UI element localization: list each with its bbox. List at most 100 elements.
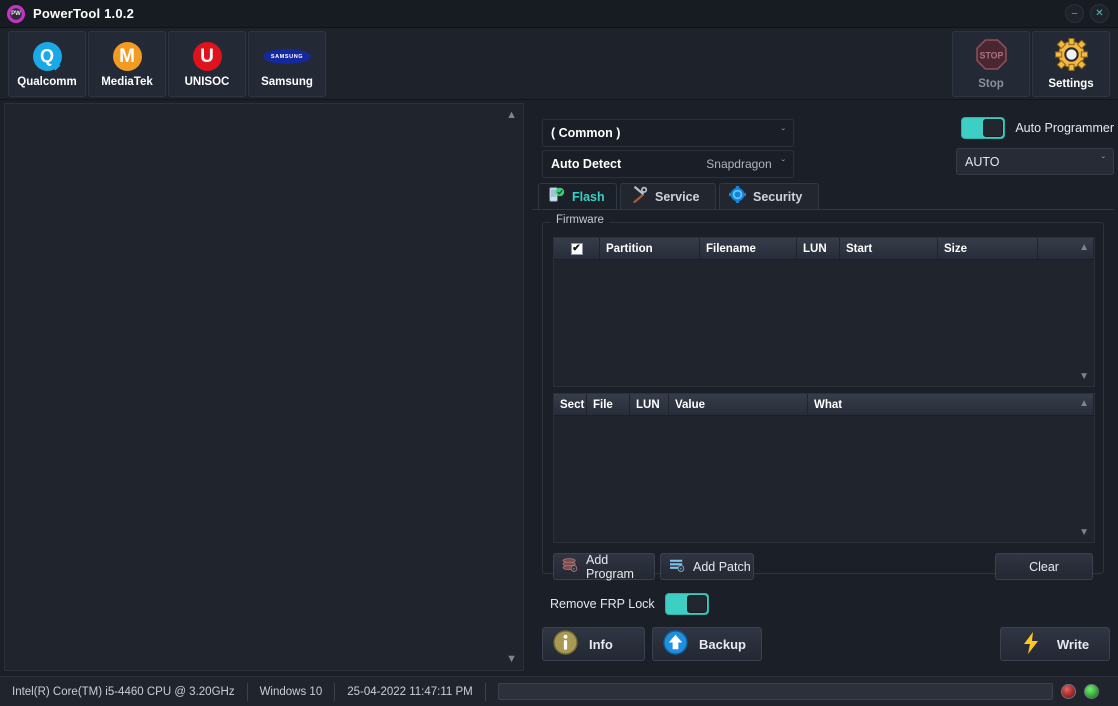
- add-program-icon: +: [562, 558, 578, 575]
- column-start[interactable]: Start: [840, 238, 938, 259]
- log-scroll-down-icon[interactable]: ▼: [506, 653, 517, 665]
- partition-table-body[interactable]: [554, 260, 1094, 386]
- status-os: Windows 10: [248, 683, 335, 701]
- add-program-button[interactable]: + Add Program: [553, 553, 655, 580]
- log-panel[interactable]: ▲ ▼: [4, 103, 524, 671]
- title-bar: PowerTool 1.0.2 – ✕: [0, 0, 1118, 28]
- remove-frp-lock-toggle[interactable]: [665, 593, 709, 615]
- svg-text:+: +: [573, 566, 576, 571]
- tab-service[interactable]: Service: [620, 183, 716, 210]
- add-patch-button[interactable]: + Add Patch: [660, 553, 754, 580]
- brand-label: Qualcomm: [17, 76, 76, 88]
- window-controls: – ✕: [1065, 4, 1118, 23]
- toggle-knob: [687, 595, 707, 613]
- tab-label: Service: [655, 190, 699, 204]
- partition-scroll-up-icon[interactable]: ▲: [1079, 242, 1089, 253]
- select-all-checkbox[interactable]: ✔: [571, 243, 583, 255]
- clear-button[interactable]: Clear: [995, 553, 1093, 580]
- add-program-label: Add Program: [586, 553, 654, 581]
- patch-scroll-up-icon[interactable]: ▲: [1079, 398, 1089, 409]
- flash-tag-icon: [548, 186, 565, 208]
- column-filename[interactable]: Filename: [700, 238, 797, 259]
- mediatek-logo-icon: M: [113, 41, 142, 73]
- auto-detect-value: Auto Detect: [551, 157, 621, 171]
- auto-programmer-row: Auto Programmer: [961, 117, 1114, 139]
- firmware-group: Firmware ✔ Partition Filename LUN Start …: [542, 222, 1104, 574]
- frp-label: Remove FRP Lock: [550, 597, 655, 611]
- patch-table-header: Sect File LUN Value What: [554, 394, 1094, 416]
- patch-table[interactable]: Sect File LUN Value What ▲ ▼: [553, 393, 1095, 543]
- add-patch-icon: +: [669, 558, 685, 575]
- brand-label: MediaTek: [101, 76, 153, 88]
- column-sect[interactable]: Sect: [554, 394, 587, 415]
- settings-label: Settings: [1048, 78, 1093, 90]
- tab-security[interactable]: Security: [719, 183, 819, 210]
- samsung-logo-icon: SAMSUNG: [263, 41, 311, 73]
- brand-button-samsung[interactable]: SAMSUNG Samsung: [248, 31, 326, 97]
- info-icon: [553, 630, 578, 658]
- common-select[interactable]: ( Common ) ˇ: [542, 119, 794, 147]
- column-lun[interactable]: LUN: [630, 394, 669, 415]
- svg-text:STOP: STOP: [979, 51, 1003, 61]
- partition-scroll-down-icon[interactable]: ▼: [1079, 371, 1089, 382]
- minimize-button[interactable]: –: [1065, 4, 1084, 23]
- brand-toolbar: Q Qualcomm M MediaTek U UNISOC SAMSUNG S…: [0, 28, 1118, 100]
- clear-label: Clear: [1029, 560, 1059, 574]
- close-button[interactable]: ✕: [1090, 4, 1109, 23]
- log-scroll-up-icon[interactable]: ▲: [506, 109, 517, 121]
- status-datetime: 25-04-2022 11:47:11 PM: [335, 683, 485, 701]
- right-panel: ( Common ) ˇ Auto Detect Snapdragon ˇ Au…: [532, 103, 1114, 671]
- stop-button[interactable]: STOP Stop: [952, 31, 1030, 97]
- patch-table-body[interactable]: [554, 416, 1094, 542]
- select-all-column[interactable]: ✔: [554, 238, 600, 259]
- brand-button-qualcomm[interactable]: Q Qualcomm: [8, 31, 86, 97]
- chevron-down-icon: ˇ: [782, 128, 785, 139]
- toggle-knob: [983, 119, 1003, 137]
- powertool-logo-icon: [7, 5, 25, 23]
- brand-button-unisoc[interactable]: U UNISOC: [168, 31, 246, 97]
- auto-detect-select[interactable]: Auto Detect Snapdragon ˇ: [542, 150, 794, 178]
- status-bar: Intel(R) Core(TM) i5-4460 CPU @ 3.20GHz …: [0, 676, 1118, 706]
- status-led-red: [1061, 684, 1076, 699]
- stop-sign-icon: STOP: [975, 38, 1008, 76]
- auto-programmer-label: Auto Programmer: [1015, 121, 1114, 135]
- column-what[interactable]: What: [808, 394, 1094, 415]
- info-button[interactable]: Info: [542, 627, 645, 661]
- blue-gear-icon: [729, 186, 746, 208]
- column-lun[interactable]: LUN: [797, 238, 840, 259]
- svg-text:+: +: [680, 566, 683, 571]
- write-button[interactable]: Write: [1000, 627, 1110, 661]
- brand-button-mediatek[interactable]: M MediaTek: [88, 31, 166, 97]
- column-partition[interactable]: Partition: [600, 238, 700, 259]
- info-label: Info: [589, 637, 613, 652]
- status-cpu: Intel(R) Core(TM) i5-4460 CPU @ 3.20GHz: [0, 683, 247, 701]
- auto-programmer-toggle[interactable]: [961, 117, 1005, 139]
- auto-detect-chipset: Snapdragon: [706, 157, 771, 171]
- column-size[interactable]: Size: [938, 238, 1038, 259]
- tab-bar: Flash Service: [532, 183, 1114, 210]
- backup-button[interactable]: Backup: [652, 627, 762, 661]
- stop-label: Stop: [978, 78, 1004, 90]
- column-value[interactable]: Value: [669, 394, 808, 415]
- gear-icon: [1055, 38, 1088, 76]
- patch-scroll-down-icon[interactable]: ▼: [1079, 527, 1089, 538]
- backup-label: Backup: [699, 637, 746, 652]
- chevron-down-icon: ˇ: [782, 159, 785, 170]
- firmware-legend: Firmware: [551, 214, 609, 226]
- tab-label: Security: [753, 190, 802, 204]
- write-label: Write: [1057, 637, 1089, 652]
- settings-button[interactable]: Settings: [1032, 31, 1110, 97]
- status-led-green: [1084, 684, 1099, 699]
- partition-table[interactable]: ✔ Partition Filename LUN Start Size ▲ ▼: [553, 237, 1095, 387]
- tab-flash[interactable]: Flash: [538, 183, 617, 210]
- column-file[interactable]: File: [587, 394, 630, 415]
- brand-label: Samsung: [261, 76, 313, 88]
- programmer-select[interactable]: AUTO ˇ: [956, 148, 1114, 175]
- unisoc-logo-icon: U: [193, 41, 222, 73]
- tab-label: Flash: [572, 190, 605, 204]
- common-select-value: ( Common ): [551, 126, 620, 140]
- qualcomm-logo-icon: Q: [33, 41, 62, 73]
- tools-icon: [630, 186, 648, 208]
- chevron-down-icon: ˇ: [1102, 156, 1105, 167]
- status-divider: [485, 683, 486, 701]
